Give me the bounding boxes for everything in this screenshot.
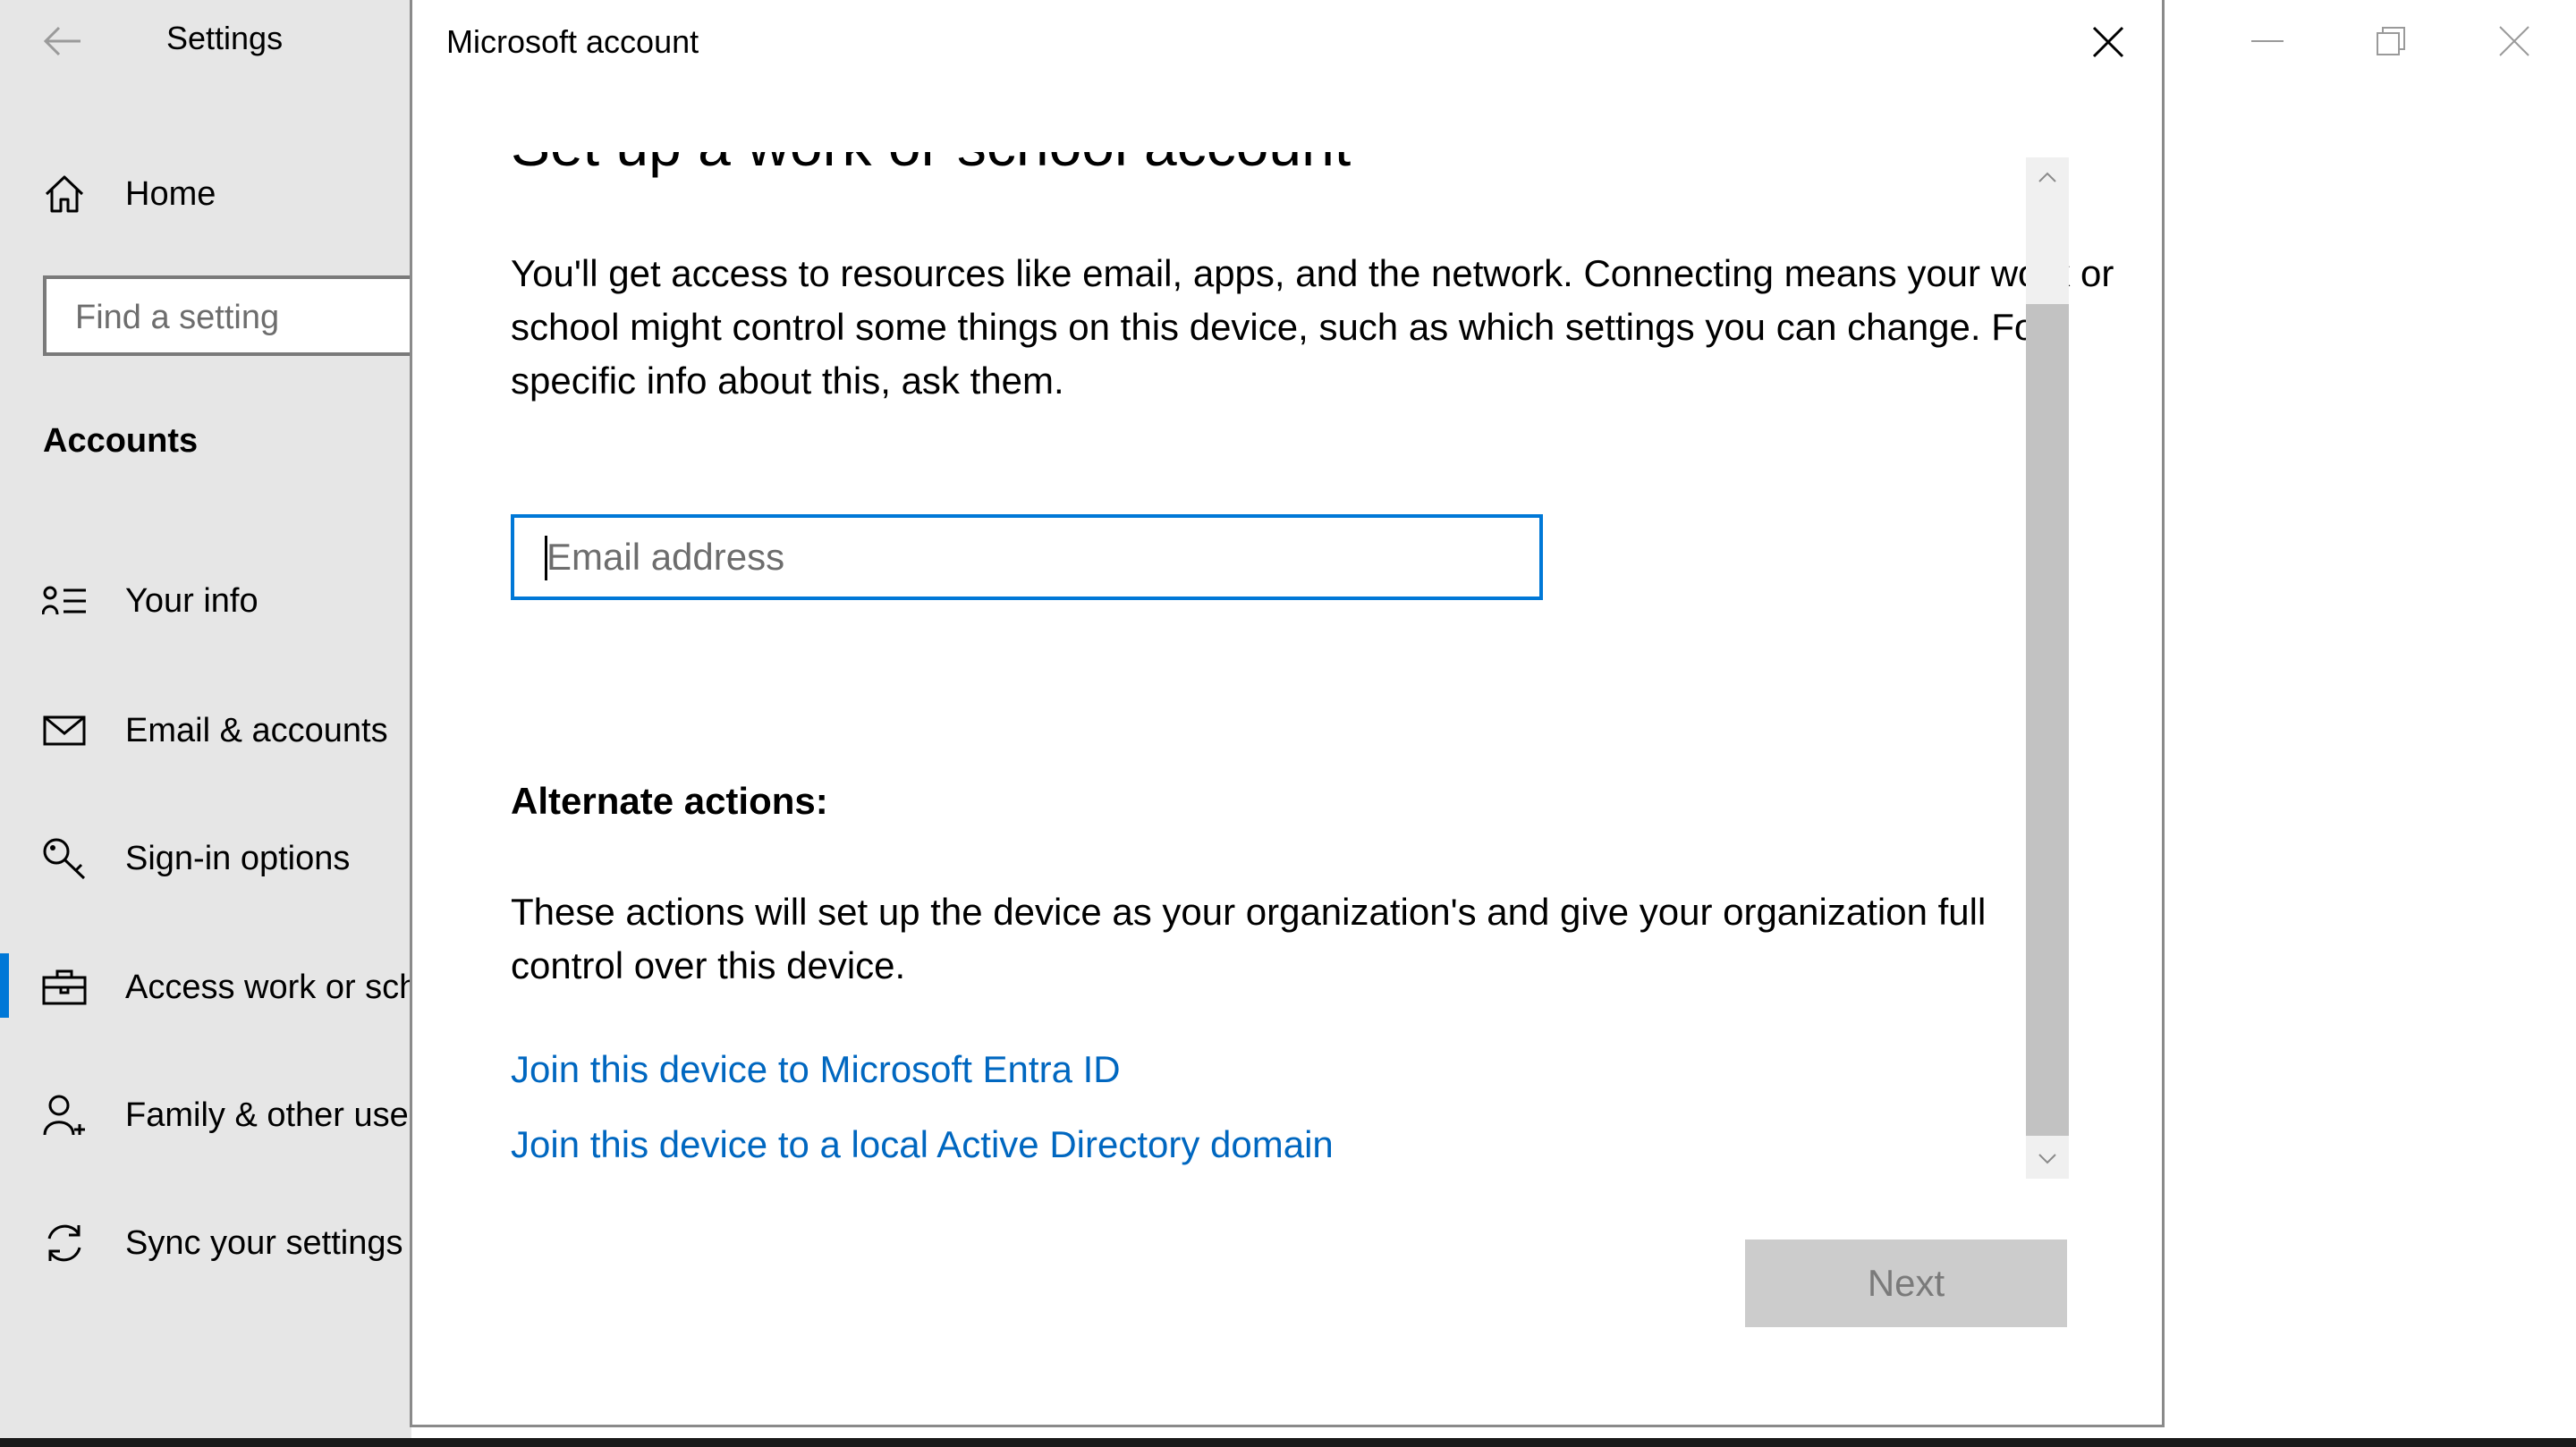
settings-sidebar: Settings Home Find a setting Accounts Yo…	[0, 0, 463, 1447]
dialog-title: Microsoft account	[446, 23, 699, 60]
next-button[interactable]: Next	[1745, 1240, 2067, 1327]
scrollbar[interactable]	[2026, 157, 2069, 1179]
restore-icon	[2377, 27, 2405, 55]
taskbar-edge	[0, 1438, 2576, 1447]
dialog-close-button[interactable]	[2072, 13, 2144, 72]
minimize-icon	[2251, 40, 2284, 42]
scroll-up-button[interactable]	[2026, 157, 2069, 197]
key-icon	[39, 836, 89, 881]
window-close-button[interactable]	[2465, 7, 2563, 75]
sidebar-item-label: Email & accounts	[125, 712, 388, 749]
email-field[interactable]: Email address	[511, 514, 1543, 600]
join-ad-domain-link[interactable]: Join this device to a local Active Direc…	[511, 1123, 1334, 1166]
sync-icon	[39, 1221, 89, 1265]
join-entra-id-link[interactable]: Join this device to Microsoft Entra ID	[511, 1048, 1121, 1091]
minimize-button[interactable]	[2218, 7, 2317, 75]
chevron-down-icon	[2038, 1154, 2056, 1164]
sidebar-item-label: Your info	[125, 582, 258, 620]
dialog-heading: Set up a work or school account	[511, 152, 1351, 179]
alternate-actions-heading: Alternate actions:	[511, 780, 828, 822]
dialog-content: Set up a work or school account You'll g…	[511, 152, 2162, 1198]
sidebar-item-access-work-or-school[interactable]: Access work or school	[0, 945, 463, 1026]
text-caret	[545, 536, 547, 580]
scroll-thumb[interactable]	[2026, 304, 2069, 1136]
briefcase-icon	[39, 965, 89, 1010]
sidebar-item-label: Sync your settings	[125, 1224, 403, 1262]
back-button[interactable]	[36, 16, 89, 66]
app-title: Settings	[166, 20, 284, 56]
close-icon	[2092, 26, 2124, 58]
section-heading: Accounts	[43, 422, 199, 460]
scroll-down-button[interactable]	[2026, 1139, 2069, 1179]
dialog-description: You'll get access to resources like emai…	[511, 252, 2114, 402]
close-icon	[2499, 26, 2529, 56]
sidebar-item-sign-in-options[interactable]: Sign-in options	[0, 817, 411, 897]
person-add-icon	[39, 1093, 89, 1138]
home-icon	[39, 172, 89, 216]
sidebar-item-family-other-users[interactable]: Family & other users	[0, 1073, 436, 1154]
arrow-left-icon	[43, 26, 80, 56]
sidebar-item-your-info[interactable]: Your info	[0, 559, 411, 639]
person-list-icon	[39, 579, 89, 623]
search-input[interactable]: Find a setting	[43, 275, 436, 356]
sidebar-item-email-accounts[interactable]: Email & accounts	[0, 689, 411, 769]
restore-button[interactable]	[2342, 7, 2440, 75]
sidebar-item-label: Home	[125, 175, 216, 213]
sidebar-item-sync-settings[interactable]: Sync your settings	[0, 1201, 411, 1282]
microsoft-account-dialog: Microsoft account Set up a work or schoo…	[410, 0, 2165, 1427]
envelope-icon	[39, 708, 89, 753]
sidebar-item-label: Family & other users	[125, 1096, 437, 1134]
alternate-actions-description: These actions will set up the device as …	[511, 891, 1987, 986]
search-placeholder: Find a setting	[75, 299, 280, 336]
sidebar-item-home[interactable]: Home	[0, 152, 411, 233]
email-placeholder: Email address	[547, 536, 785, 578]
chevron-up-icon	[2038, 172, 2056, 182]
sidebar-item-label: Sign-in options	[125, 840, 351, 877]
